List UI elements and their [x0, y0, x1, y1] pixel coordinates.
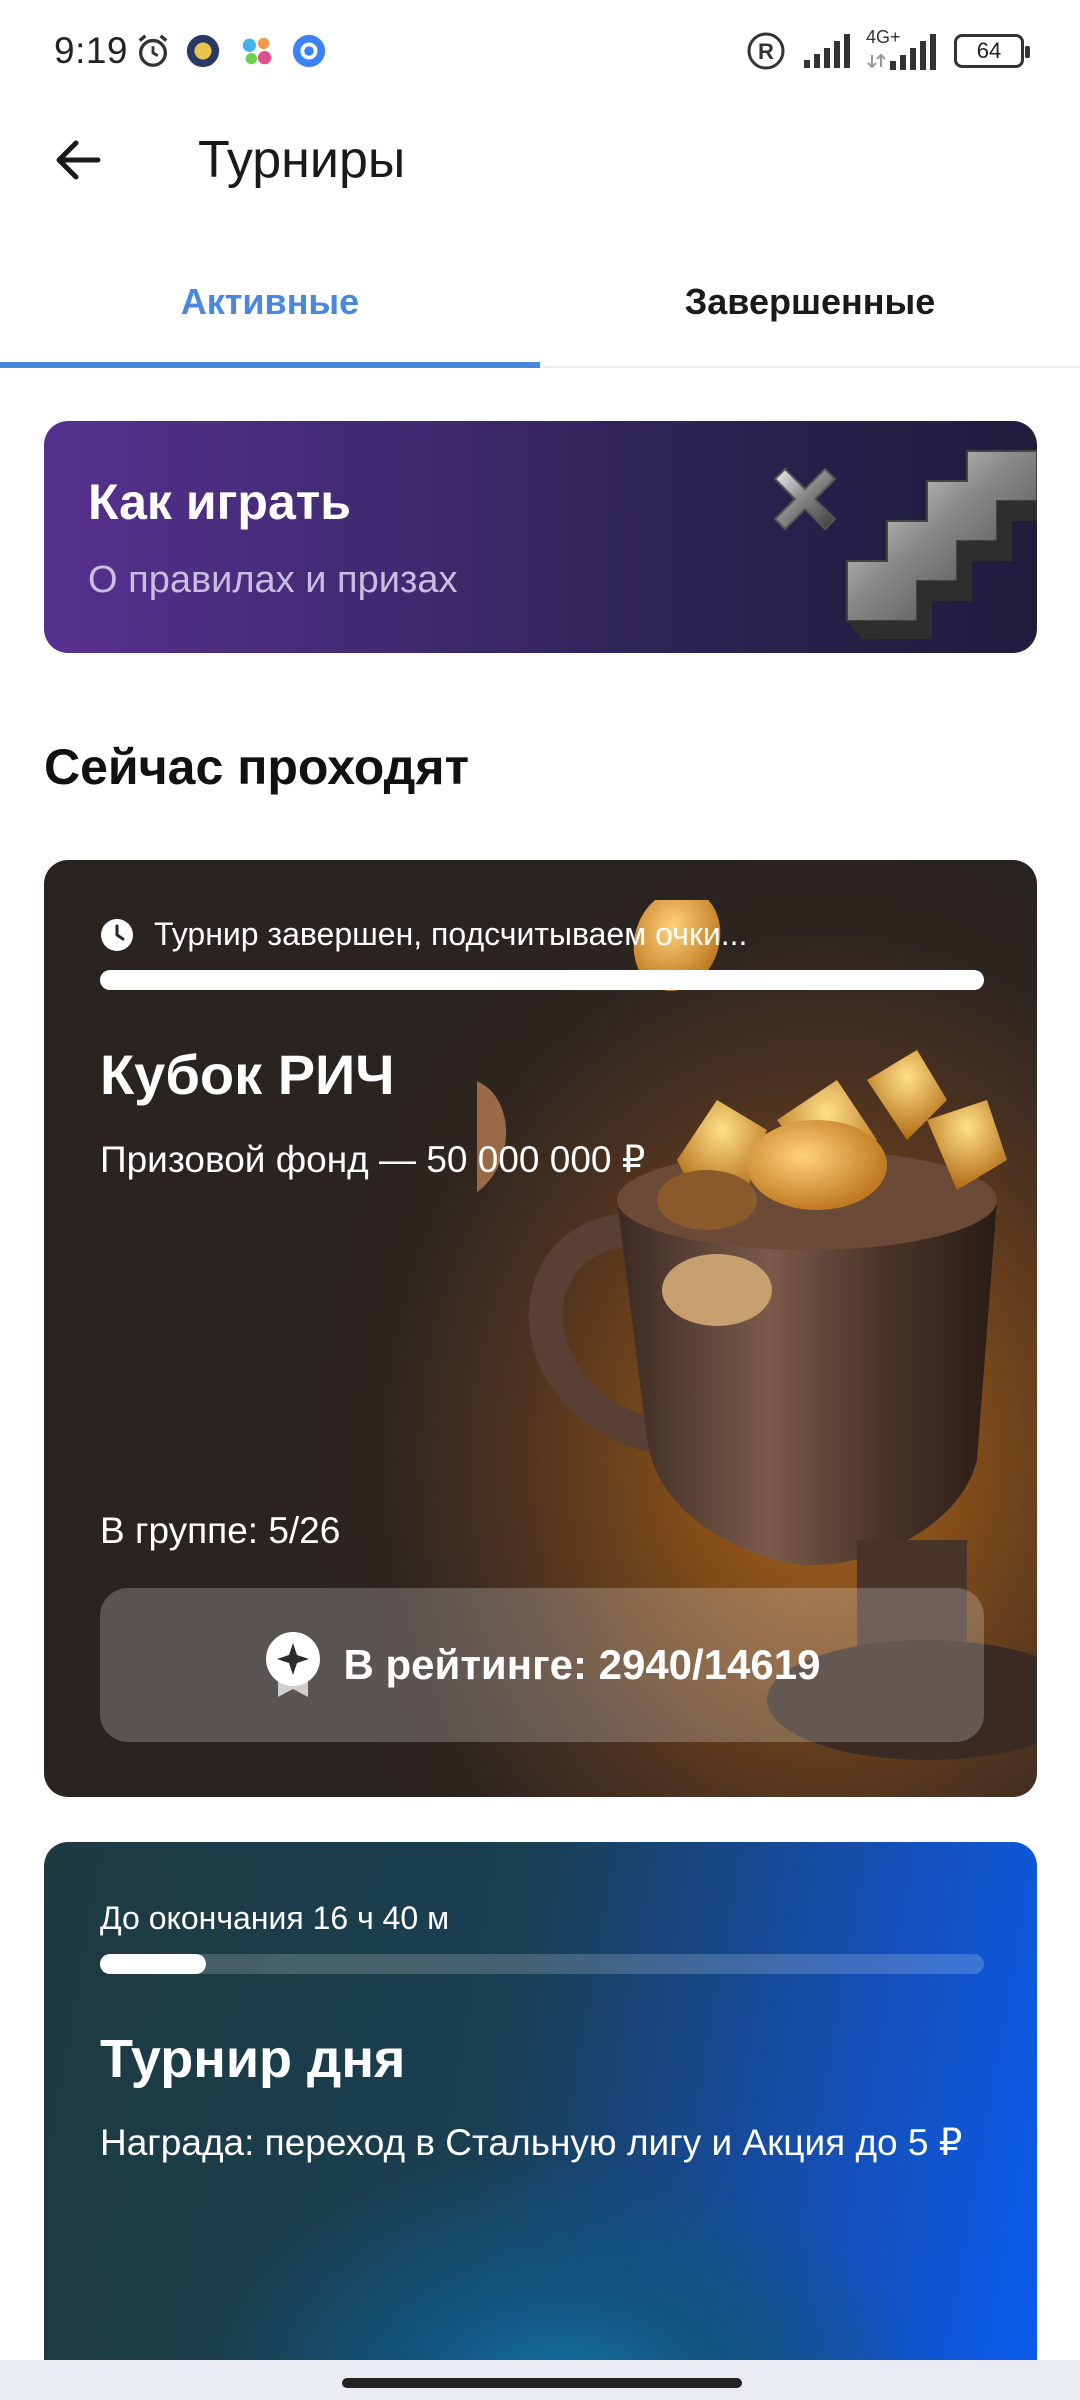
app-notification-icon — [186, 34, 220, 68]
battery-icon: 64 — [954, 34, 1030, 68]
tournament-progress-fill — [100, 1954, 207, 1974]
multicolor-app-icon — [242, 37, 272, 65]
status-bar: 9:19 R 4G+ 64 — [0, 0, 1080, 104]
page-title: Турниры — [198, 131, 406, 189]
arrow-left-icon — [56, 140, 101, 180]
tournament-prize: Призовой фонд — 50 000 000 ₽ — [100, 1139, 646, 1180]
tournament-time-left: До окончания 16 ч 40 м — [100, 1900, 450, 1936]
tab-completed[interactable]: Завершенные — [540, 240, 1080, 364]
tournament-group: В группе: 5/26 — [100, 1510, 341, 1551]
rating-button[interactable]: В рейтинге: 2940/14619 — [100, 1588, 984, 1742]
tournament-title: Турнир дня — [100, 2029, 406, 2089]
tournament-reward: Награда: переход в Стальную лигу и Акция… — [100, 2122, 963, 2163]
tournament-status-row: Турнир завершен, подсчитываем очки... — [100, 916, 747, 953]
x-shape — [773, 467, 837, 531]
signal-icon — [804, 34, 850, 68]
how-to-play-title: Как играть — [88, 474, 351, 530]
tournament-progress-bar — [100, 1954, 984, 1974]
metallic-shapes-illustration — [773, 450, 1037, 639]
tab-active[interactable]: Активные — [0, 240, 540, 368]
how-to-play-banner[interactable]: Как играть О правилах и призах — [44, 421, 1037, 653]
alarm-icon — [138, 34, 168, 67]
tournament-title: Кубок РИЧ — [100, 1043, 395, 1106]
tournament-status-text: Турнир завершен, подсчитываем очки... — [154, 916, 748, 952]
tournament-progress-bar — [100, 970, 984, 990]
status-time: 9:19 — [54, 30, 129, 71]
how-to-play-subtitle: О правилах и призах — [88, 559, 458, 601]
network-signal: 4G+ — [866, 27, 938, 71]
browser-icon — [292, 34, 326, 68]
rating-text: В рейтинге: 2940/14619 — [343, 1641, 821, 1688]
tournament-card-daily[interactable]: До окончания 16 ч 40 м Турнир дня Наград… — [44, 1842, 1037, 2400]
rating-badge-icon — [265, 1632, 320, 1697]
section-title: Сейчас проходят — [44, 739, 470, 795]
tournament-card-rich-cup[interactable]: Турнир завершен, подсчитываем очки... Ку… — [44, 860, 1037, 1797]
zigzag-shape — [846, 450, 1037, 639]
signal-4g-icon — [867, 34, 936, 70]
home-indicator[interactable] — [342, 2378, 742, 2388]
svg-text:R: R — [758, 39, 774, 64]
battery-level: 64 — [976, 38, 1002, 63]
tab-bar: Активные Завершенные — [0, 240, 1080, 368]
top-app-bar: Турниры — [0, 104, 1080, 224]
clock-icon — [101, 918, 133, 951]
back-button[interactable] — [40, 122, 116, 198]
status-right-group: R 4G+ 64 — [746, 27, 1030, 74]
registered-icon: R — [747, 32, 785, 70]
